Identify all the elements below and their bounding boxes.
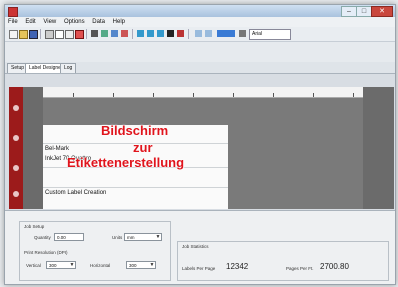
- maximize-button[interactable]: □: [356, 6, 372, 17]
- ruler-tick: [233, 93, 234, 97]
- quantity-input[interactable]: 0.00: [54, 233, 84, 241]
- horizontal-value: 300: [129, 263, 137, 268]
- horizontal-select[interactable]: 300 ▼: [126, 261, 156, 269]
- align-left-icon[interactable]: [137, 30, 144, 37]
- menu-help[interactable]: Help: [110, 17, 128, 27]
- align-center-icon[interactable]: [147, 30, 154, 37]
- quantity-label: Quantity: [34, 235, 51, 240]
- shape-tool-icon[interactable]: [121, 30, 128, 37]
- label-text-line-1[interactable]: Bel-Mark: [45, 146, 69, 152]
- chevron-down-icon: ▼: [69, 262, 75, 268]
- menu-view[interactable]: View: [40, 17, 59, 27]
- palette-tool-icon[interactable]: [13, 165, 19, 171]
- units-select[interactable]: mm ▼: [124, 233, 162, 241]
- open-folder-icon[interactable]: [19, 30, 28, 39]
- barcode-tool-icon[interactable]: [101, 30, 108, 37]
- vertical-label: Vertical: [26, 263, 41, 268]
- font-color-icon[interactable]: [217, 30, 235, 37]
- ruler-tick: [273, 93, 274, 97]
- toolbar-separator: [40, 29, 41, 39]
- units-value: mm: [127, 235, 135, 240]
- menu-options[interactable]: Options: [61, 17, 88, 27]
- toolbar-separator: [188, 29, 189, 39]
- object-palette: [9, 87, 23, 209]
- job-statistics-group: Job Statistics Labels Per Page 12342 Pag…: [177, 241, 389, 281]
- job-setup-group: Job Setup Quantity 0.00 Units mm ▼ Print…: [19, 221, 171, 281]
- group-title: Job Setup: [24, 224, 45, 229]
- menu-bar: File Edit View Options Data Help: [5, 17, 395, 27]
- overlay-caption-line-2: zur: [133, 140, 153, 155]
- ruler-tick: [113, 93, 114, 97]
- menu-data[interactable]: Data: [89, 17, 108, 27]
- chevron-down-icon: ▼: [155, 234, 161, 240]
- units-label: Units: [112, 235, 123, 240]
- zoom-out-icon[interactable]: [205, 30, 212, 37]
- image-tool-icon[interactable]: [111, 30, 118, 37]
- ruler-tick: [193, 93, 194, 97]
- ruler-tick: [153, 93, 154, 97]
- bold-icon[interactable]: [167, 30, 174, 37]
- menu-edit[interactable]: Edit: [22, 17, 38, 27]
- new-file-icon[interactable]: [9, 30, 18, 39]
- print-icon[interactable]: [75, 30, 84, 39]
- copy-icon[interactable]: [55, 30, 64, 39]
- font-select[interactable]: Arial: [249, 29, 291, 40]
- toolbar-separator: [132, 29, 133, 39]
- tab-bar: Setup Label Designer Log: [5, 62, 395, 74]
- font-size-icon[interactable]: [239, 30, 246, 37]
- labels-per-page-label: Labels Per Page: [182, 266, 216, 271]
- align-right-icon[interactable]: [157, 30, 164, 37]
- paste-icon[interactable]: [65, 30, 74, 39]
- close-button[interactable]: ✕: [371, 6, 393, 17]
- application-window: – □ ✕ File Edit View Options Data Help A…: [4, 4, 396, 285]
- toolbar-separator: [86, 29, 87, 39]
- print-resolution-title: Print Resolution (DPI): [24, 250, 68, 255]
- cut-icon[interactable]: [45, 30, 54, 39]
- field-divider: [43, 187, 228, 188]
- zoom-in-icon[interactable]: [195, 30, 202, 37]
- ruler-tick: [73, 93, 74, 97]
- vertical-value: 300: [49, 263, 57, 268]
- design-canvas[interactable]: Bel-Mark InkJet 70 Quattro Custom Label …: [23, 87, 394, 209]
- format-toolbar: [5, 42, 395, 62]
- ruler-tick: [353, 93, 354, 97]
- vertical-select[interactable]: 300 ▼: [46, 261, 76, 269]
- pages-label: Pages Per Ft.: [286, 266, 314, 271]
- menu-file[interactable]: File: [5, 17, 21, 27]
- palette-tool-icon[interactable]: [13, 191, 19, 197]
- chevron-down-icon: ▼: [149, 262, 155, 268]
- properties-panel: Job Setup Quantity 0.00 Units mm ▼ Print…: [5, 210, 395, 284]
- labels-per-page-value: 12342: [226, 262, 249, 271]
- minimize-button[interactable]: –: [341, 6, 357, 17]
- horizontal-label: Horizontal: [90, 263, 111, 268]
- text-tool-icon[interactable]: [91, 30, 98, 37]
- pages-value: 2700.80: [320, 262, 349, 271]
- overlay-caption-line-1: Bildschirm: [101, 123, 169, 138]
- palette-tool-icon[interactable]: [13, 105, 19, 111]
- app-icon: [8, 7, 18, 17]
- overlay-caption-line-3: Etikettenerstellung: [67, 155, 185, 170]
- horizontal-ruler: [43, 87, 363, 98]
- ruler-tick: [313, 93, 314, 97]
- color-icon[interactable]: [177, 30, 184, 37]
- save-icon[interactable]: [29, 30, 38, 39]
- tab-log[interactable]: Log: [60, 63, 77, 73]
- label-text-line-3[interactable]: Custom Label Creation: [45, 190, 106, 196]
- title-bar: – □ ✕: [5, 5, 395, 17]
- statistics-title: Job Statistics: [182, 244, 209, 249]
- palette-tool-icon[interactable]: [13, 135, 19, 141]
- main-toolbar: Arial: [5, 27, 395, 42]
